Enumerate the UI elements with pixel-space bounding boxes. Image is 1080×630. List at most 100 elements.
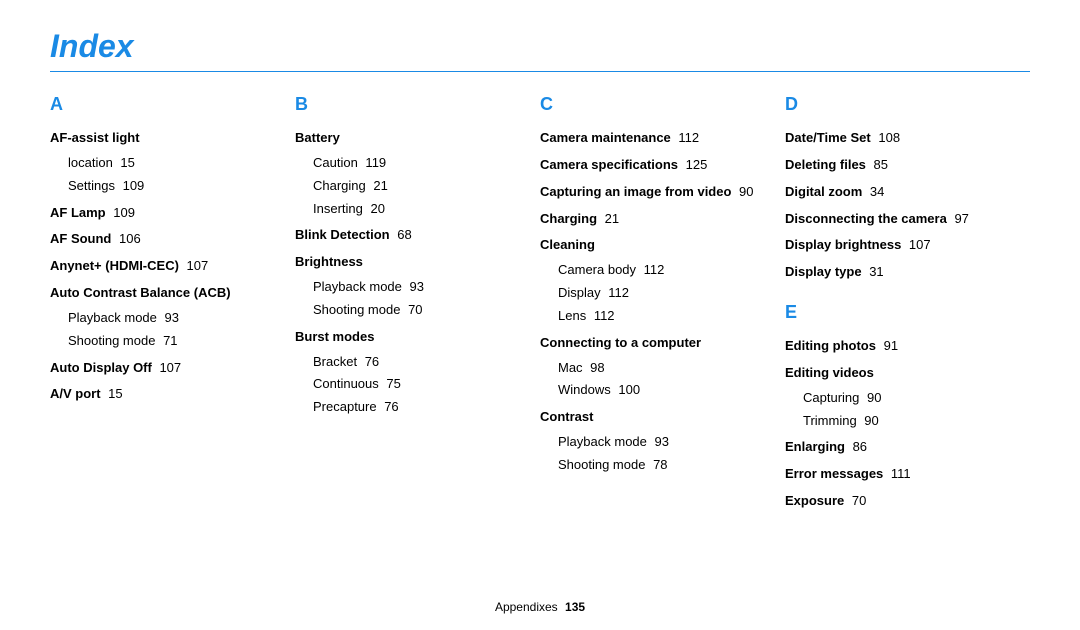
entry-page: 90 xyxy=(735,184,753,199)
subentry-text: Shooting mode xyxy=(558,457,645,472)
index-entry-label: Date/Time Set 108 xyxy=(785,129,1020,148)
index-subentry: Playback mode 93 xyxy=(558,433,775,452)
entry-text: Burst modes xyxy=(295,329,374,344)
index-entry-label: Camera maintenance 112 xyxy=(540,129,775,148)
index-entry-label: AF-assist light xyxy=(50,129,285,148)
entry-page: 108 xyxy=(875,130,900,145)
subentry-text: Inserting xyxy=(313,201,363,216)
index-entry-label: Auto Display Off 107 xyxy=(50,359,285,378)
index-subentry: Bracket 76 xyxy=(313,353,530,372)
entry-page: 107 xyxy=(905,237,930,252)
section-letter: B xyxy=(295,94,530,115)
page-title: Index xyxy=(50,28,1030,65)
subentry-page: 15 xyxy=(117,155,135,170)
entry-page: 86 xyxy=(849,439,867,454)
subentry-page: 76 xyxy=(381,399,399,414)
index-entry-label: Burst modes xyxy=(295,328,530,347)
index-entry: Disconnecting the camera 97 xyxy=(785,210,1020,229)
index-entry-label: Blink Detection 68 xyxy=(295,226,530,245)
subentry-text: Mac xyxy=(558,360,583,375)
subentry-text: Caution xyxy=(313,155,358,170)
footer-label: Appendixes xyxy=(495,600,558,614)
index-subentry: location 15 xyxy=(68,154,285,173)
index-column: DDate/Time Set 108Deleting files 85Digit… xyxy=(785,94,1030,519)
index-entry: ContrastPlayback mode 93Shooting mode 78 xyxy=(540,408,775,475)
subentry-text: Playback mode xyxy=(313,279,402,294)
index-entry: Camera specifications 125 xyxy=(540,156,775,175)
entry-text: Battery xyxy=(295,130,340,145)
subentry-text: Continuous xyxy=(313,376,379,391)
subentry-page: 93 xyxy=(406,279,424,294)
entry-text: Digital zoom xyxy=(785,184,862,199)
subentry-text: Display xyxy=(558,285,601,300)
index-subentry: Camera body 112 xyxy=(558,261,775,280)
section-letter: E xyxy=(785,302,1020,323)
subentry-page: 21 xyxy=(370,178,388,193)
entry-text: Deleting files xyxy=(785,157,866,172)
entry-text: Disconnecting the camera xyxy=(785,211,947,226)
index-subentry: Caution 119 xyxy=(313,154,530,173)
subentry-text: Trimming xyxy=(803,413,857,428)
entry-text: Capturing an image from video xyxy=(540,184,731,199)
index-entry: CleaningCamera body 112Display 112Lens 1… xyxy=(540,236,775,325)
index-column: BBatteryCaution 119Charging 21Inserting … xyxy=(295,94,540,519)
entry-text: Cleaning xyxy=(540,237,595,252)
index-entry: Editing photos 91 xyxy=(785,337,1020,356)
index-entry: Anynet+ (HDMI-CEC) 107 xyxy=(50,257,285,276)
index-entry: BrightnessPlayback mode 93Shooting mode … xyxy=(295,253,530,320)
entry-page: 112 xyxy=(675,130,699,145)
index-entry: Date/Time Set 108 xyxy=(785,129,1020,148)
index-entry-label: Exposure 70 xyxy=(785,492,1020,511)
subentry-text: Charging xyxy=(313,178,366,193)
index-entry-label: Anynet+ (HDMI-CEC) 107 xyxy=(50,257,285,276)
subentry-page: 93 xyxy=(651,434,669,449)
entry-page: 109 xyxy=(110,205,135,220)
entry-page: 31 xyxy=(866,264,884,279)
entry-text: Charging xyxy=(540,211,597,226)
subentry-text: Lens xyxy=(558,308,586,323)
page-footer: Appendixes 135 xyxy=(0,600,1080,614)
entry-page: 34 xyxy=(866,184,884,199)
index-subentry: Trimming 90 xyxy=(803,412,1020,431)
index-page: Index AAF-assist lightlocation 15Setting… xyxy=(0,0,1080,630)
entry-text: Contrast xyxy=(540,409,593,424)
index-entry: Capturing an image from video 90 xyxy=(540,183,775,202)
index-entry: Display brightness 107 xyxy=(785,236,1020,255)
index-entry-label: AF Sound 106 xyxy=(50,230,285,249)
index-entry-label: Capturing an image from video 90 xyxy=(540,183,775,202)
index-entry-label: Disconnecting the camera 97 xyxy=(785,210,1020,229)
entry-page: 107 xyxy=(156,360,181,375)
index-subentry: Precapture 76 xyxy=(313,398,530,417)
index-columns: AAF-assist lightlocation 15Settings 109A… xyxy=(50,94,1030,519)
index-entry-label: Editing videos xyxy=(785,364,1020,383)
subentry-text: Playback mode xyxy=(558,434,647,449)
index-entry: Camera maintenance 112 xyxy=(540,129,775,148)
entry-page: 70 xyxy=(848,493,866,508)
index-entry: Auto Display Off 107 xyxy=(50,359,285,378)
title-rule xyxy=(50,71,1030,72)
index-entry-label: Editing photos 91 xyxy=(785,337,1020,356)
entry-text: Exposure xyxy=(785,493,844,508)
section-letter: C xyxy=(540,94,775,115)
subentry-page: 119 xyxy=(362,155,386,170)
subentry-page: 70 xyxy=(404,302,422,317)
index-subentry: Settings 109 xyxy=(68,177,285,196)
index-entry-label: Battery xyxy=(295,129,530,148)
index-entry: Digital zoom 34 xyxy=(785,183,1020,202)
index-entry: Burst modesBracket 76Continuous 75Precap… xyxy=(295,328,530,417)
index-subentry: Shooting mode 70 xyxy=(313,301,530,320)
index-entry-label: Connecting to a computer xyxy=(540,334,775,353)
index-entry: Blink Detection 68 xyxy=(295,226,530,245)
subentry-page: 76 xyxy=(361,354,379,369)
index-entry: Deleting files 85 xyxy=(785,156,1020,175)
subentry-page: 112 xyxy=(605,285,629,300)
subentry-text: Windows xyxy=(558,382,611,397)
entry-page: 85 xyxy=(870,157,888,172)
index-subentry: Windows 100 xyxy=(558,381,775,400)
index-subentry: Charging 21 xyxy=(313,177,530,196)
index-entry-label: Camera specifications 125 xyxy=(540,156,775,175)
entry-text: AF Sound xyxy=(50,231,111,246)
subentry-text: Settings xyxy=(68,178,115,193)
index-entry-label: Contrast xyxy=(540,408,775,427)
subentry-page: 98 xyxy=(587,360,605,375)
